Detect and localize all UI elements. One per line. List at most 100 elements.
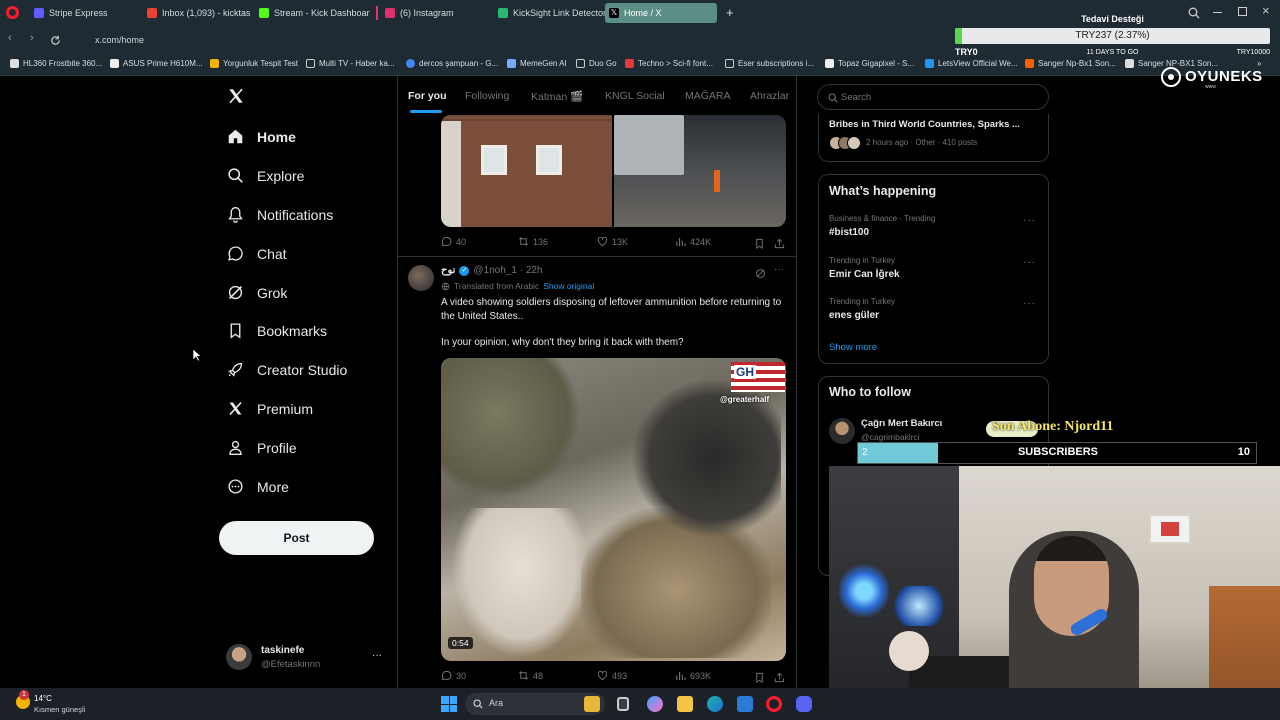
post-more-icon[interactable]: ··· <box>774 264 784 275</box>
donation-goal-widget: Tedavi Desteği TRY237 (2.37%) TRY0 11 DA… <box>955 12 1270 62</box>
show-more-link[interactable]: Show more <box>829 342 877 353</box>
post1-like-button[interactable]: 13K <box>597 236 628 247</box>
nav-more[interactable]: More <box>227 478 289 495</box>
show-original-link[interactable]: Show original <box>543 281 594 291</box>
active-tab-indicator <box>410 110 442 113</box>
reply-icon <box>441 670 452 681</box>
trend-item[interactable]: Trending in Turkey enes güler ··· <box>819 296 1048 328</box>
nav-premium[interactable]: Premium <box>227 400 313 417</box>
post1-repost-button[interactable]: 136 <box>518 236 548 247</box>
letsview-icon <box>925 59 934 68</box>
kick-icon <box>259 8 269 18</box>
file-explorer-icon[interactable] <box>677 696 693 712</box>
nav-bookmarks[interactable]: Bookmarks <box>227 322 327 339</box>
bookmark-item[interactable]: Topaz Gigapixel - S... <box>825 59 914 68</box>
post1-reply-button[interactable]: 40 <box>441 236 466 247</box>
grok-post-icon[interactable] <box>755 266 766 284</box>
tab-for-you[interactable]: For you <box>408 90 447 102</box>
tab-instagram[interactable]: (6) Instagram <box>381 3 491 23</box>
person-icon <box>229 440 242 455</box>
post2-like-button[interactable]: 493 <box>597 670 627 681</box>
post2-reply-button[interactable]: 30 <box>441 670 466 681</box>
new-tab-button[interactable]: + <box>726 5 734 20</box>
post2-repost-button[interactable]: 48 <box>518 670 543 681</box>
home-feed: 40 136 13K 424K نوح ✓ @1noh_1 · 22h ··· … <box>397 76 797 688</box>
tab-home-x[interactable]: 𝕏 Home / X <box>605 3 717 23</box>
search-box[interactable]: Search <box>817 84 1049 110</box>
reload-icon[interactable] <box>50 33 61 51</box>
discord-icon[interactable] <box>796 696 812 712</box>
copilot-icon[interactable] <box>647 696 663 712</box>
trend-item[interactable]: Trending in Turkey Emir Can İğrek ··· <box>819 255 1048 287</box>
share-icon[interactable] <box>774 236 785 254</box>
account-name: taskinefe <box>261 645 305 656</box>
x-logo-icon[interactable] <box>227 87 245 110</box>
tab-ahrazlar[interactable]: Ahrazlar <box>750 90 789 102</box>
tab-inbox[interactable]: Inbox (1,093) - kicktaskine <box>143 3 251 23</box>
post2-avatar[interactable] <box>408 265 434 291</box>
bookmark-favicon-icon <box>10 59 19 68</box>
bookmark-item[interactable]: Eser subscriptions i... <box>725 59 814 68</box>
windows-start-icon[interactable] <box>441 696 457 712</box>
bookmark-item[interactable]: Techno > Sci-fi font... <box>625 59 713 68</box>
trend-more-icon[interactable]: ··· <box>1023 257 1036 268</box>
post2-video[interactable]: GH @greaterhalf 0:54 <box>441 358 786 661</box>
post1-views[interactable]: 424K <box>675 236 711 247</box>
url-field[interactable]: x.com/home <box>95 35 144 45</box>
bookmark-post-icon[interactable] <box>754 236 765 254</box>
repost-icon <box>519 237 528 246</box>
post2-views[interactable]: 693K <box>675 670 711 681</box>
crown-app-icon[interactable] <box>584 696 600 712</box>
post-button[interactable]: Post <box>219 521 374 555</box>
bookmark-item[interactable]: Multi TV - Haber ka... <box>306 59 394 68</box>
opera-logo-icon[interactable] <box>6 6 19 19</box>
tab-following[interactable]: Following <box>465 90 509 102</box>
nav-home[interactable]: Home <box>227 128 296 145</box>
bookmark-item[interactable]: Duo Go <box>576 59 617 68</box>
bookmark-item[interactable]: dercos şampuan - G... <box>406 59 498 68</box>
account-more-icon[interactable]: ··· <box>372 650 382 661</box>
account-switcher[interactable]: taskinefe @Efetaskinnn ··· <box>226 642 386 674</box>
follow-suggestion-name[interactable]: Çağrı Mert Bakırcı <box>861 418 942 429</box>
trend-more-icon[interactable]: ··· <box>1023 298 1036 309</box>
nav-creator-studio[interactable]: Creator Studio <box>227 361 347 378</box>
back-icon[interactable]: ‹ <box>8 32 12 44</box>
bookmark-item[interactable]: Yorgunluk Tespit Test <box>210 59 298 68</box>
post2-author-name[interactable]: نوح <box>441 265 455 276</box>
nav-explore[interactable]: Explore <box>227 167 304 184</box>
edge-icon[interactable] <box>707 696 723 712</box>
tab-katman[interactable]: Katman 🎬 <box>531 90 583 103</box>
donation-amount: TRY237 (2.37%) <box>1075 30 1150 41</box>
trend-more-icon[interactable]: ··· <box>1023 215 1036 226</box>
tab-stripe[interactable]: Stripe Express <box>30 3 140 23</box>
nav-notifications[interactable]: Notifications <box>227 206 333 223</box>
tab-kngl-social[interactable]: KNGL Social <box>605 90 665 102</box>
tab-magara[interactable]: MAĞARA <box>685 90 731 102</box>
follow-suggestion-avatar[interactable] <box>829 418 855 444</box>
top-story-card[interactable]: Bribes in Third World Countries, Sparks … <box>818 114 1049 162</box>
tab-kick[interactable]: Stream - Kick Dashboard <box>255 3 370 23</box>
heart-icon <box>597 670 608 681</box>
bookmark-item[interactable]: MemeGen AI <box>507 59 567 68</box>
post2-handle-time[interactable]: @1noh_1 · 22h <box>473 265 542 276</box>
bookmark-item[interactable]: HL360 Frostbite 360... <box>10 59 102 68</box>
more-circle-icon <box>228 479 243 494</box>
post1-image[interactable] <box>441 115 786 227</box>
bookmark-post-icon[interactable] <box>754 670 765 688</box>
tab-kicksight[interactable]: KickSight Link Detector <box>494 3 612 23</box>
store-icon[interactable] <box>737 696 753 712</box>
task-view-icon[interactable] <box>617 697 629 711</box>
weather-widget[interactable]: 1 14°C Kısmen güneşli <box>16 690 116 716</box>
nav-chat[interactable]: Chat <box>227 245 287 262</box>
bookmark-item[interactable]: ASUS Prime H610M... <box>110 59 203 68</box>
topaz-icon <box>825 59 834 68</box>
video-duration: 0:54 <box>448 637 473 649</box>
nav-grok[interactable]: Grok <box>227 284 287 301</box>
forward-icon[interactable]: › <box>30 32 34 44</box>
trend-item[interactable]: Business & finance · Trending #bist100 ·… <box>819 213 1048 245</box>
share-icon[interactable] <box>774 670 785 688</box>
nav-profile[interactable]: Profile <box>227 439 297 456</box>
bell-icon <box>228 207 243 223</box>
doc-icon <box>306 59 315 68</box>
opera-icon[interactable] <box>766 696 782 712</box>
